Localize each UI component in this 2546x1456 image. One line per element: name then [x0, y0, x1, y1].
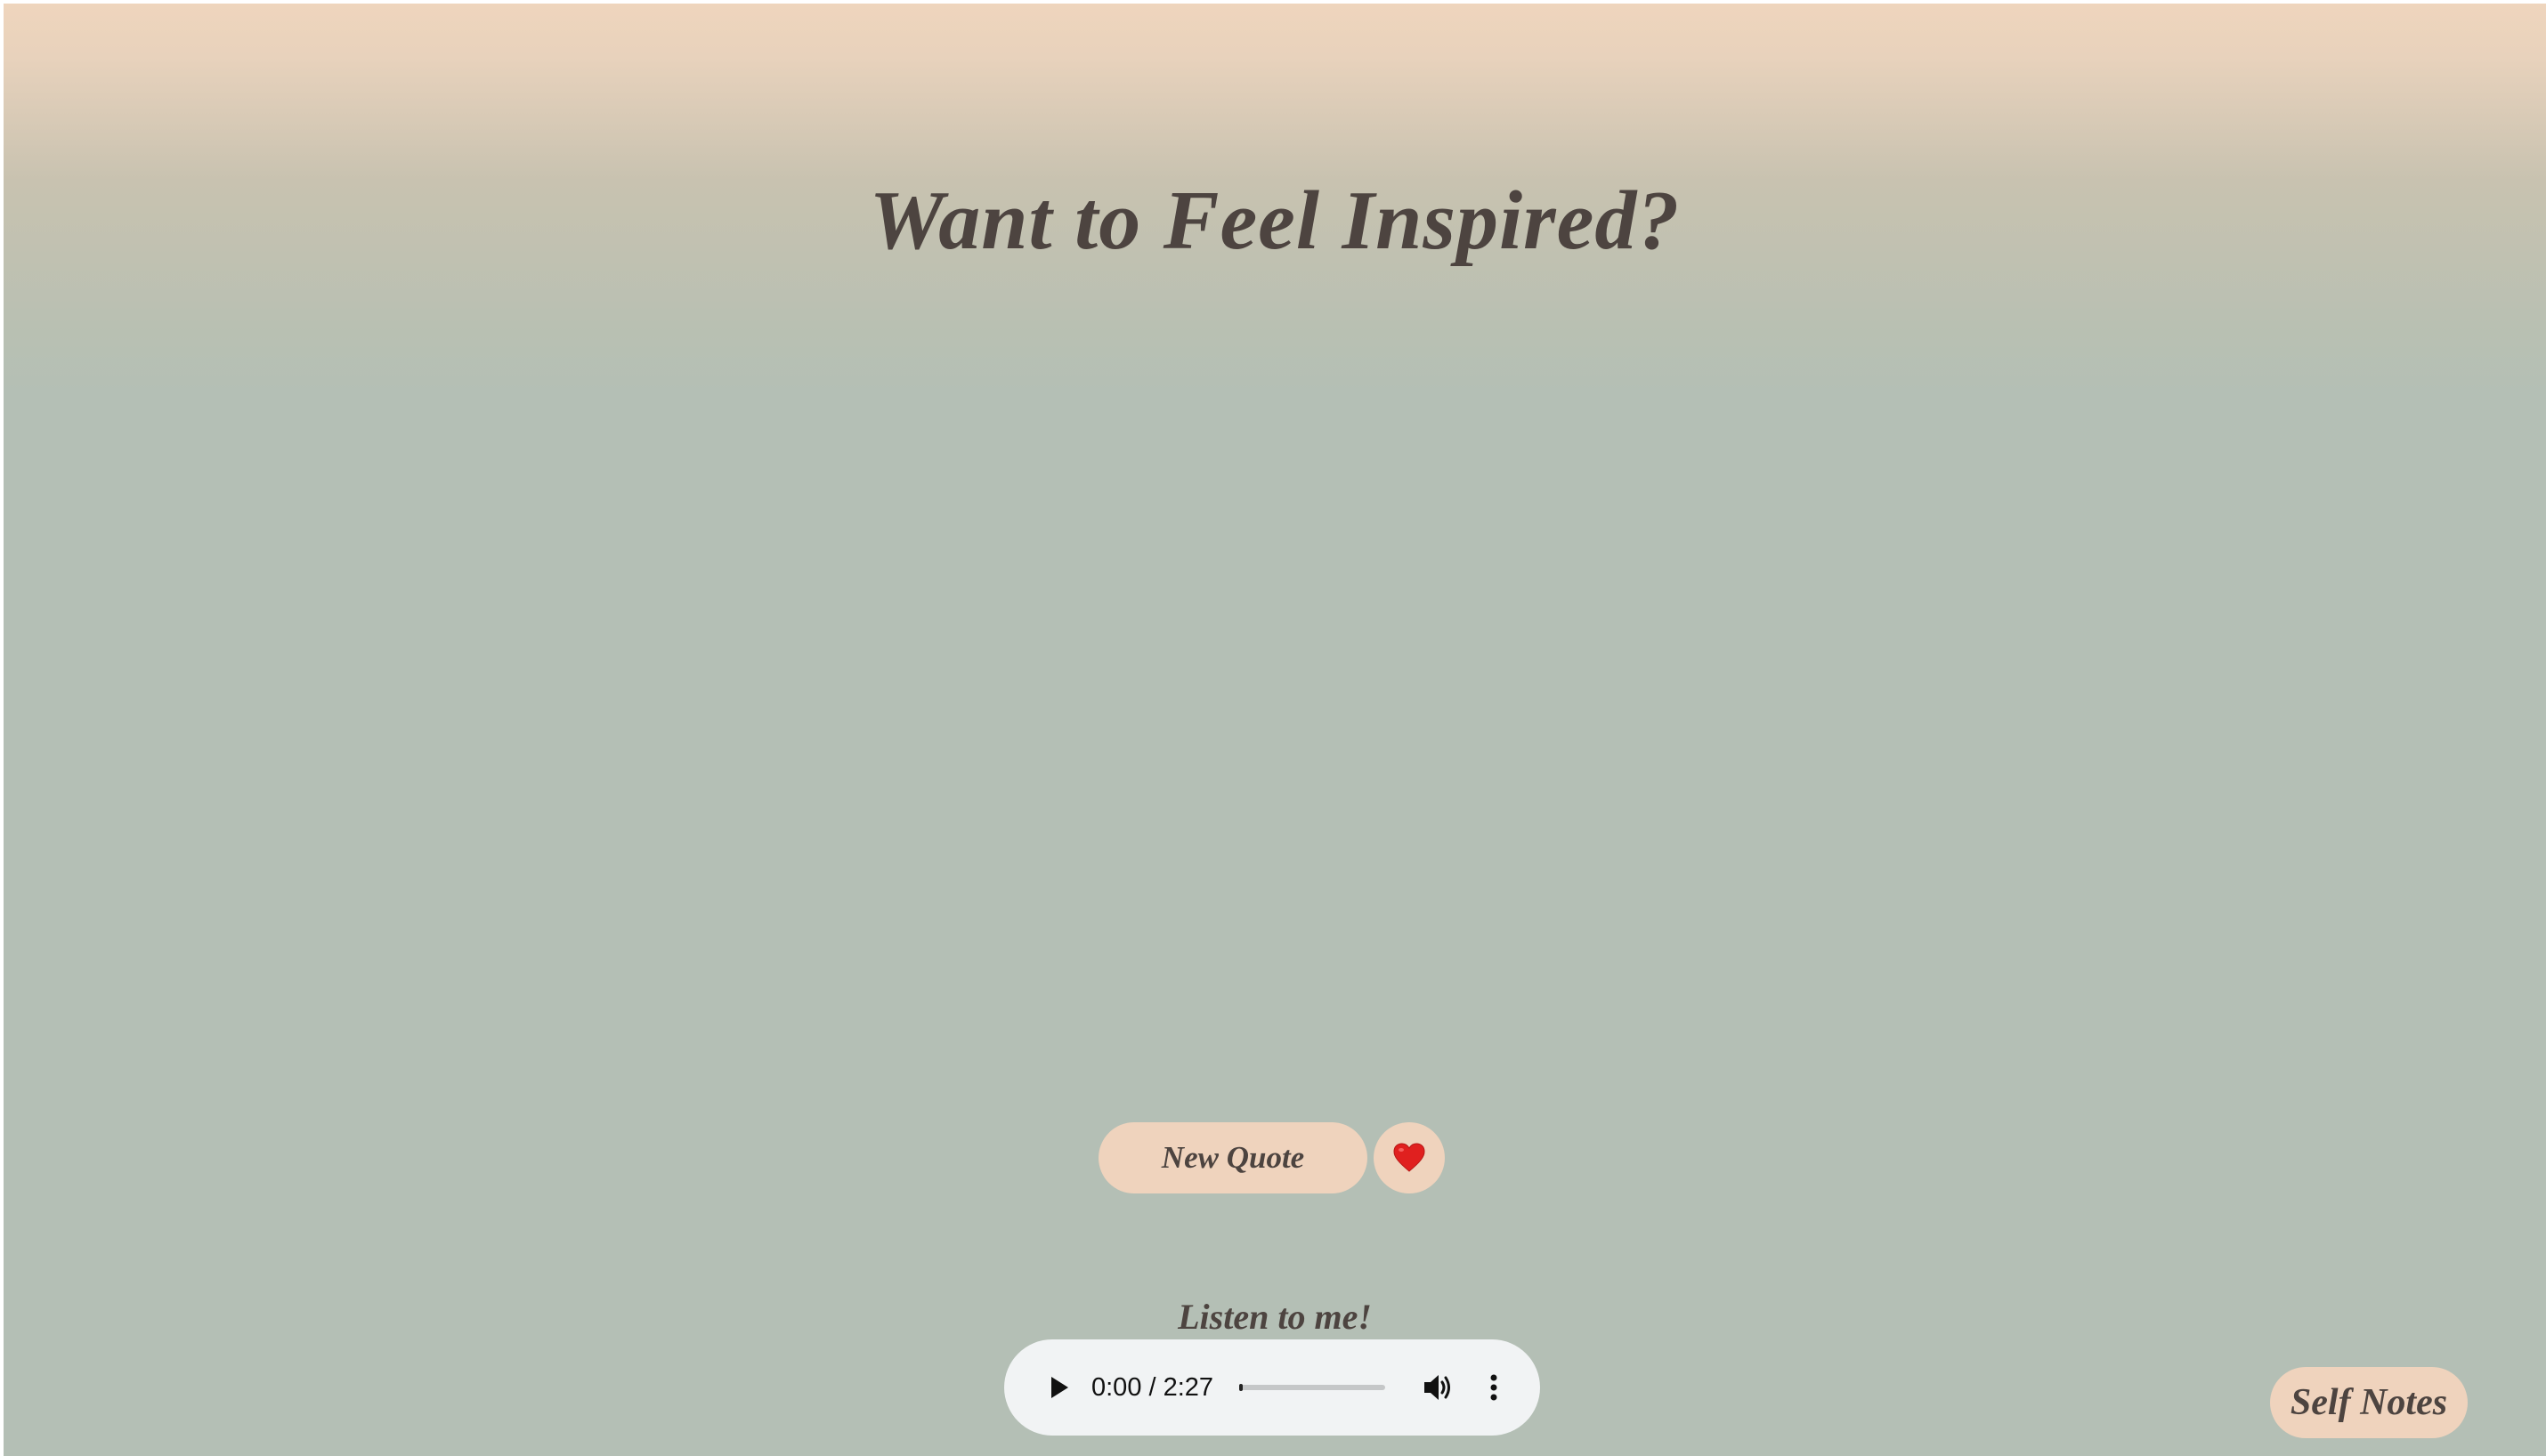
favorite-button[interactable]	[1374, 1122, 1445, 1193]
page-title: Want to Feel Inspired?	[869, 174, 1681, 267]
audio-label: Listen to me!	[1178, 1297, 1372, 1337]
play-icon	[1051, 1377, 1068, 1398]
volume-icon	[1424, 1375, 1450, 1400]
audio-progress-slider[interactable]	[1239, 1384, 1385, 1391]
more-options-button[interactable]	[1474, 1368, 1513, 1407]
new-quote-button[interactable]: New Quote	[1099, 1122, 1367, 1193]
more-vertical-icon	[1490, 1374, 1497, 1401]
volume-button[interactable]	[1419, 1368, 1458, 1407]
play-button[interactable]	[1040, 1368, 1079, 1407]
audio-progress-fill	[1239, 1384, 1243, 1391]
audio-time: 0:00 / 2:27	[1091, 1373, 1214, 1402]
page-background: Want to Feel Inspired? New Quote Listen …	[4, 4, 2546, 1456]
self-notes-button[interactable]: Self Notes	[2270, 1367, 2468, 1438]
heart-icon	[1393, 1143, 1425, 1172]
audio-player[interactable]: 0:00 / 2:27	[1004, 1339, 1540, 1436]
